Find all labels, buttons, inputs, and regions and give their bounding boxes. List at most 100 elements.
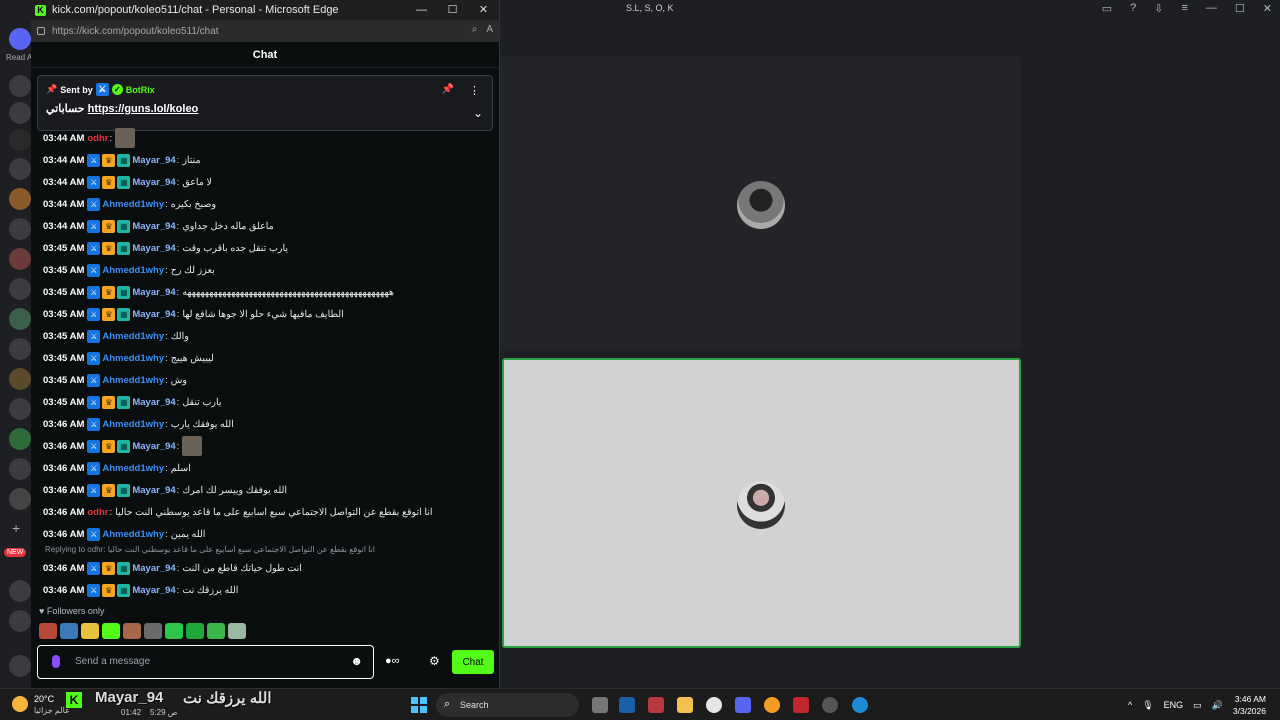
chat-message[interactable]: 03:45 AM ⚔ Ahmedd1why: وش [43, 369, 493, 391]
list-icon[interactable]: ≡ [1181, 2, 1187, 15]
emote-icon[interactable] [186, 623, 204, 639]
chat-message[interactable]: 03:46 AM odhr: انا اتوقع بقطع عن التواصل ا… [43, 501, 493, 523]
chat-message[interactable]: 03:45 AM ⚔ ♛ ▦ Mayar_94: يارب تنقل جده باقرب … [43, 237, 493, 259]
chat-message[interactable]: 03:46 AM ⚔ ♛ ▦ Mayar_94: الله يوفقك وييسر لك … [43, 479, 493, 501]
minimize-icon[interactable]: — [1206, 2, 1217, 15]
message-username[interactable]: Ahmedd1why [102, 353, 164, 364]
pin-icon[interactable]: 📌 [442, 84, 454, 95]
emote-image[interactable] [115, 128, 136, 148]
app-icon[interactable] [648, 697, 664, 713]
chat-message[interactable]: 03:45 AM ⚔ Ahmedd1why: بعزز لك رح [43, 259, 493, 281]
server-icon[interactable] [9, 458, 31, 480]
participant-avatar[interactable] [737, 181, 785, 229]
emote-icon[interactable] [207, 623, 225, 639]
user-avatar[interactable] [9, 655, 31, 677]
url-text[interactable]: https://kick.com/popout/koleo511/chat [52, 26, 219, 37]
help-icon[interactable]: ? [1130, 2, 1136, 15]
obs-icon[interactable] [706, 697, 722, 713]
weather-temperature[interactable]: 20°C [34, 694, 54, 704]
chat-input[interactable]: Send a message ☻ [37, 645, 374, 679]
server-icon[interactable] [9, 428, 31, 450]
bot-username[interactable]: BotRix [126, 85, 155, 95]
maximize-button[interactable]: ☐ [437, 0, 468, 20]
message-username[interactable]: Ahmedd1why [102, 199, 164, 210]
chat-message[interactable]: 03:44 AM ⚔ ♛ ▦ Mayar_94: ماعلق ماله دخل جداوي [43, 215, 493, 237]
chat-message[interactable]: 03:46 AM ⚔ ♛ ▦ Mayar_94: [43, 435, 493, 457]
message-username[interactable]: odhr [87, 507, 108, 518]
chat-message[interactable]: 03:44 AM ⚔ ♛ ▦ Mayar_94: منتاز [43, 149, 493, 171]
message-username[interactable]: Ahmedd1why [102, 419, 164, 430]
reply-reference[interactable]: Replying to odhr: انا اتوقع بقطع عن التو… [43, 545, 493, 557]
download-icon[interactable]: ⇩ [1154, 2, 1163, 15]
message-username[interactable]: Mayar_94 [132, 585, 175, 596]
chat-message[interactable]: 03:45 AM ⚔ Ahmedd1why: والك [43, 325, 493, 347]
server-icon[interactable] [9, 248, 31, 270]
message-username[interactable]: odhr [87, 133, 108, 144]
message-username[interactable]: Mayar_94 [132, 243, 175, 254]
message-username[interactable]: Ahmedd1why [102, 375, 164, 386]
server-icon[interactable] [9, 218, 31, 240]
message-username[interactable]: Mayar_94 [132, 441, 175, 452]
taskbar-search[interactable]: ⌕ Search [436, 693, 579, 717]
message-username[interactable]: Ahmedd1why [102, 265, 164, 276]
chat-message[interactable]: 03:46 AM ⚔ Ahmedd1why: الله يوفقك يارب [43, 413, 493, 435]
server-icon[interactable] [9, 75, 31, 97]
message-username[interactable]: Mayar_94 [132, 397, 175, 408]
close-button[interactable]: ✕ [468, 0, 499, 20]
server-icon[interactable] [9, 278, 31, 300]
message-username[interactable]: Ahmedd1why [102, 463, 164, 474]
chat-message[interactable]: 03:46 AM ⚔ Ahmedd1why: الله يمين [43, 523, 493, 545]
weather-description[interactable]: عالم جزائيا [34, 706, 70, 715]
chat-message[interactable]: 03:44 AM odhr: [43, 127, 493, 149]
emote-icon[interactable] [144, 623, 162, 639]
more-options-icon[interactable]: ⋮ [469, 84, 480, 97]
chat-message[interactable]: 03:45 AM ⚔ Ahmedd1why: ليييش هييج [43, 347, 493, 369]
read-aloud-icon[interactable]: A [486, 24, 493, 35]
read-all-label[interactable]: Read A [6, 53, 32, 62]
chat-message[interactable]: 03:45 AM ⚔ ♛ ▦ Mayar_94: يارب تنقل [43, 391, 493, 413]
server-icon[interactable] [9, 188, 31, 210]
settings-gear-icon[interactable]: ⚙ [429, 654, 440, 668]
close-icon[interactable]: ✕ [1263, 2, 1272, 15]
chat-message[interactable]: 03:46 AM ⚔ ♛ ▦ Mayar_94: انت طول حياتك قاطع م… [43, 557, 493, 579]
message-username[interactable]: Mayar_94 [132, 177, 175, 188]
channel-points-icon[interactable]: ●∞ [385, 655, 400, 667]
maximize-icon[interactable]: ☐ [1235, 2, 1245, 15]
edge-icon[interactable] [852, 697, 868, 713]
microphone-icon[interactable] [52, 655, 60, 668]
mic-tray-icon[interactable]: 🎙 [1142, 700, 1153, 711]
emote-icon[interactable] [123, 623, 141, 639]
message-username[interactable]: Ahmedd1why [102, 331, 164, 342]
language-indicator[interactable]: ENG [1164, 700, 1184, 710]
file-explorer-icon[interactable] [677, 697, 693, 713]
message-username[interactable]: Mayar_94 [132, 287, 175, 298]
weather-sun-icon[interactable] [12, 696, 28, 712]
emote-image[interactable] [182, 436, 203, 456]
windows-start-icon[interactable] [411, 697, 427, 713]
emoji-icon[interactable]: ☻ [350, 654, 363, 668]
server-icon[interactable] [9, 338, 31, 360]
taskbar-clock[interactable]: 3:46 AM 3/3/2026 [1233, 693, 1266, 717]
chat-message[interactable]: 03:44 AM ⚔ ♛ ▦ Mayar_94: لا ماعق [43, 171, 493, 193]
server-icon[interactable] [9, 158, 31, 180]
app-icon[interactable] [822, 697, 838, 713]
message-username[interactable]: Mayar_94 [132, 155, 175, 166]
send-chat-button[interactable]: Chat [452, 650, 494, 674]
pinned-message-link[interactable]: https://guns.lol/koleo [88, 103, 199, 115]
emote-icon[interactable] [165, 623, 183, 639]
adobe-icon[interactable] [793, 697, 809, 713]
steam-icon[interactable] [619, 697, 635, 713]
message-username[interactable]: Mayar_94 [132, 221, 175, 232]
message-username[interactable]: Mayar_94 [132, 309, 175, 320]
chevron-up-icon[interactable]: ^ [1128, 700, 1132, 710]
chat-message[interactable]: 03:45 AM ⚔ ♛ ▦ Mayar_94: الطايف مافيها شيء حل… [43, 303, 493, 325]
server-icon[interactable] [9, 368, 31, 390]
minimize-button[interactable]: — [406, 0, 437, 20]
lock-icon[interactable] [37, 27, 45, 35]
message-username[interactable]: Mayar_94 [132, 563, 175, 574]
message-username[interactable]: Ahmedd1why [102, 529, 164, 540]
discord-home-icon[interactable] [9, 28, 31, 50]
emote-icon[interactable] [81, 623, 99, 639]
inbox-icon[interactable]: ▭ [1102, 2, 1112, 15]
emote-icon[interactable] [60, 623, 78, 639]
